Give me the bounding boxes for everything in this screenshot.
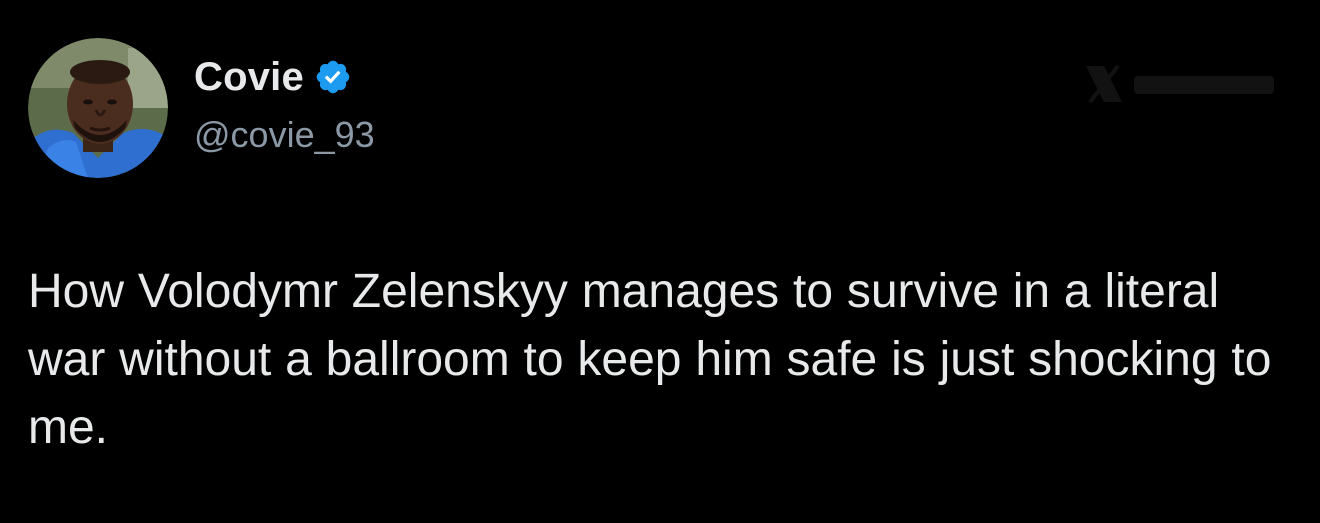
user-handle[interactable]: @covie_93 [194,113,375,157]
display-name[interactable]: Covie [194,53,304,101]
author-names: Covie @covie_93 [194,53,375,157]
avatar-image [28,38,168,178]
faint-logo-icon [1086,64,1274,104]
tweet-header: Covie @covie_93 [28,38,375,178]
display-name-row: Covie [194,53,375,101]
verified-badge-icon [314,58,352,96]
tweet-text: How Volodymr Zelenskyy manages to surviv… [28,265,1272,454]
tweet-card: Covie @covie_93 How Volodymr Zelenskyy m… [0,0,1320,523]
avatar[interactable] [28,38,168,178]
